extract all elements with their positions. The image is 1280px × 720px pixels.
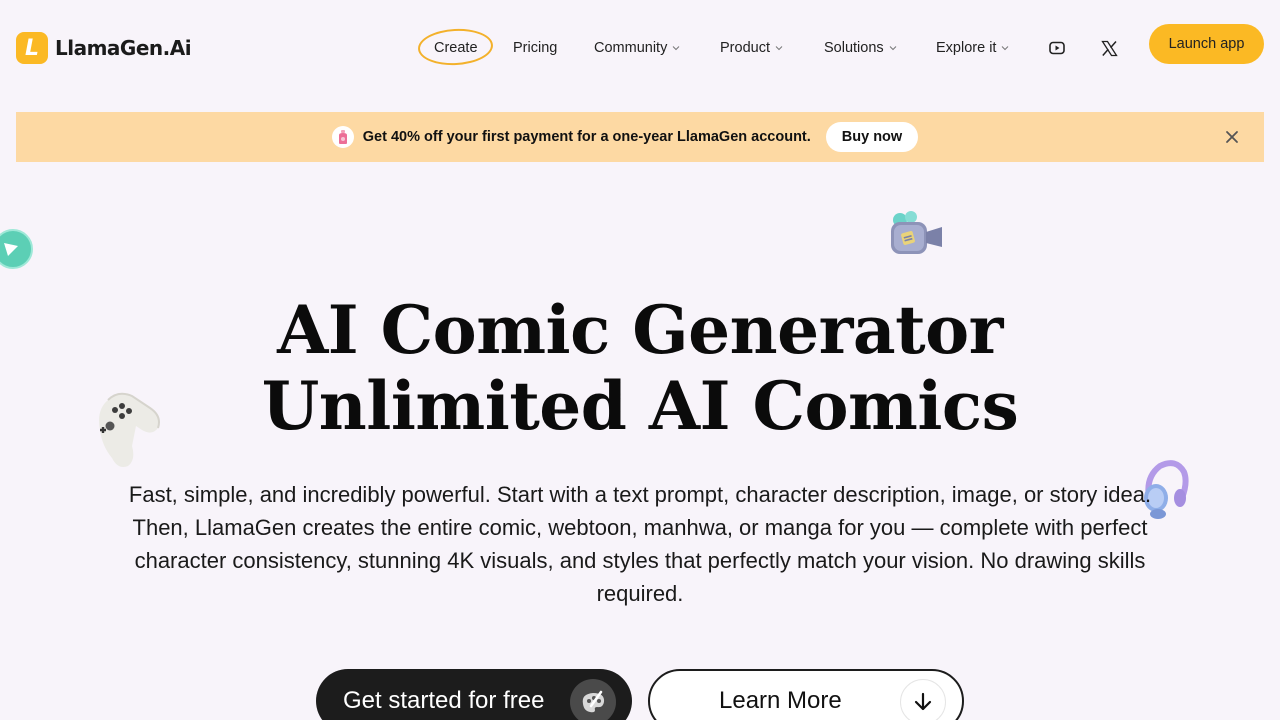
nav-community-label: Community — [594, 40, 668, 56]
chevron-down-icon — [889, 46, 897, 51]
nav-pricing[interactable]: Pricing — [513, 36, 557, 60]
nav-explore[interactable]: Explore it — [936, 36, 1009, 60]
logo-icon: L — [16, 32, 48, 64]
chevron-down-icon — [775, 46, 783, 51]
video-camera-icon — [891, 211, 942, 254]
youtube-icon — [1049, 41, 1065, 55]
buy-now-button[interactable]: Buy now — [825, 122, 919, 152]
nav-product-label: Product — [720, 40, 770, 56]
site-header: L LlamaGen.Ai Create Pricing Community P… — [0, 0, 1280, 96]
nav-pricing-label: Pricing — [513, 40, 558, 56]
nav-community[interactable]: Community — [594, 36, 680, 60]
brand-name: LlamaGen.Ai — [55, 36, 192, 60]
hero-title-line1: AI Comic Generator — [277, 291, 1003, 369]
brand-logo[interactable]: L LlamaGen.Ai — [16, 32, 192, 64]
hero-title: AI Comic Generator Unlimited AI Comics — [0, 292, 1280, 444]
arrow-down-icon — [900, 679, 946, 720]
get-started-label: Get started for free — [343, 687, 545, 714]
nav-create-label: Create — [434, 40, 478, 56]
nav-explore-label: Explore it — [936, 40, 997, 56]
learn-more-button[interactable]: Learn More — [648, 669, 964, 720]
close-icon[interactable] — [1224, 129, 1240, 145]
learn-more-label: Learn More — [719, 687, 842, 714]
gift-bottle-icon — [331, 126, 354, 148]
play-bubble-icon — [0, 229, 33, 269]
launch-app-button[interactable]: Launch app — [1149, 24, 1264, 64]
promo-banner: Get 40% off your first payment for a one… — [16, 112, 1264, 162]
nav-product[interactable]: Product — [720, 36, 783, 60]
hero-title-line2: Unlimited AI Comics — [261, 367, 1019, 445]
youtube-link[interactable] — [1047, 38, 1067, 58]
chevron-down-icon — [1002, 46, 1009, 51]
x-icon — [1100, 40, 1118, 56]
nav-solutions[interactable]: Solutions — [824, 36, 897, 60]
hero-description: Fast, simple, and incredibly powerful. S… — [128, 482, 1152, 606]
palette-icon — [570, 679, 616, 720]
chevron-down-icon — [672, 46, 680, 51]
nav-solutions-label: Solutions — [824, 40, 884, 56]
promo-content: Get 40% off your first payment for a one… — [331, 122, 919, 152]
get-started-button[interactable]: Get started for free — [316, 669, 632, 720]
promo-text: Get 40% off your first payment for a one… — [362, 129, 811, 145]
x-link[interactable] — [1099, 38, 1119, 58]
nav-create[interactable]: Create — [434, 36, 478, 60]
